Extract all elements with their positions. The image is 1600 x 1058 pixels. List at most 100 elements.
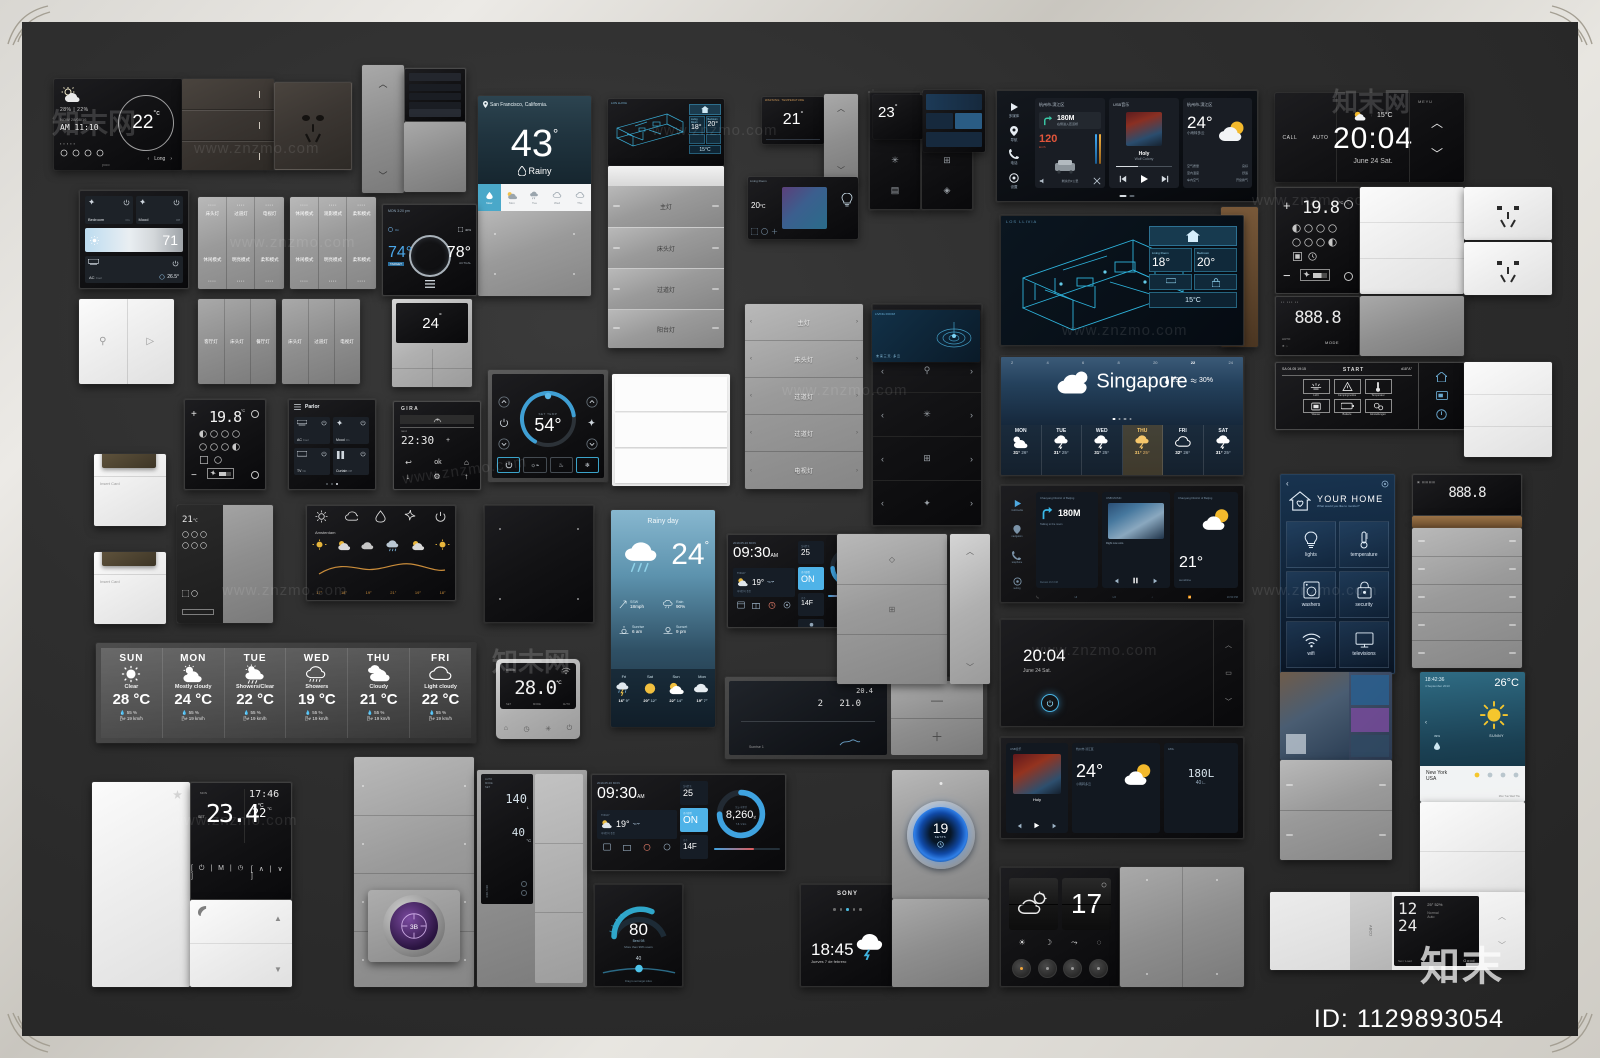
panel-floorplan[interactable]: LOS LLIVIA Living Room 18° Bedroom 20° 1… xyxy=(608,99,724,166)
score-slider[interactable] xyxy=(601,964,677,976)
brightness-slider[interactable]: 71 xyxy=(85,228,183,252)
up-button-right[interactable] xyxy=(586,396,598,408)
sg-day-tue[interactable]: TUE 31° 25° xyxy=(1042,425,1082,475)
hvac-btn-br[interactable] xyxy=(1344,272,1353,281)
panel-weather-clock[interactable]: 28% | 22% NOW 28/08/16 AM 11:10 ▪▪▪▪▪ 22… xyxy=(54,79,182,170)
db-tile-on[interactable]: 공기청정 ON xyxy=(798,567,824,590)
switch-plate-nest-bottom[interactable] xyxy=(892,899,989,987)
switch-plate-white-3stack[interactable] xyxy=(612,374,730,486)
fan-icon-2[interactable]: ✳ xyxy=(923,409,931,420)
panel-photo-tiles[interactable] xyxy=(1280,672,1392,760)
home-icon[interactable] xyxy=(1436,372,1447,382)
up-icon[interactable]: ︿ xyxy=(362,73,404,93)
arrow-left-icon-2[interactable]: ‹ xyxy=(881,366,884,376)
panel-car-dashboard[interactable]: 多媒体 导航 电话 设置 杭州市-滨江区 180M 右侧进入匝道桥 120 km… xyxy=(996,90,1258,202)
bj-nav-setting[interactable]: setting xyxy=(1012,576,1022,590)
sg-day-thu[interactable]: THU 31° 25° xyxy=(1122,425,1163,475)
switch-plate-5gang-arrows[interactable]: 主灯 ‹ › 床头灯 ‹ › 过道灯 ‹ › 过道灯 ‹ › 电视灯 ‹ › xyxy=(745,304,863,489)
back-icon[interactable]: ‹ xyxy=(1286,479,1289,488)
rotary-dial[interactable]: 3B xyxy=(383,895,445,957)
nav-phone[interactable]: 电话 xyxy=(1009,149,1019,166)
db-tile-25[interactable]: 실내온도 25 xyxy=(798,541,824,564)
panel-your-home[interactable]: ‹ YOUR HOME What would you like to monit… xyxy=(1280,474,1395,674)
panel-newyork-weather[interactable]: 18:42:36 4 September 2013 26°C SUNNY ‹ 3… xyxy=(1420,672,1525,802)
gear-icon[interactable] xyxy=(1381,480,1389,488)
switch-plate-2gang-mid[interactable]: 21°C xyxy=(177,505,273,623)
gira-ok-button[interactable]: ok xyxy=(434,459,441,466)
play-icon[interactable]: ▷ xyxy=(127,299,175,384)
yh-tile-lights[interactable]: lights xyxy=(1286,521,1336,568)
switch-plate-labeled-b[interactable]: 休闲模式 观影模式 柔和模式 休闲模式 明亮模式 柔和模式 ▪▪▪▪ ▪▪▪▪ ▪▪… xyxy=(290,197,376,289)
card-holder-2[interactable]: 请插卡取电 Insert Card xyxy=(94,552,166,624)
power-icon[interactable] xyxy=(1436,409,1447,420)
display-icon[interactable] xyxy=(1435,391,1448,400)
down-button[interactable] xyxy=(498,438,510,450)
fc-day-fri[interactable]: FRI Light cloudy 22 °C 💧 55 % 🌬 19 km/h xyxy=(410,648,471,738)
up-icon[interactable]: ︿ xyxy=(824,100,858,116)
parlor-tile-tv[interactable]: TV On xyxy=(294,447,330,475)
up-icon[interactable]: ︿ xyxy=(1431,114,1443,131)
up-button[interactable] xyxy=(498,396,510,408)
flip-humidity-icon[interactable]: ◌ xyxy=(1097,938,1102,948)
bedroom-tile[interactable]: Bedroom On xyxy=(85,196,133,224)
panel-score-gauge[interactable]: 80 Best 98 More than 99% users 40 Drag t… xyxy=(594,884,683,987)
btn-power[interactable] xyxy=(497,457,521,473)
droplet-icon[interactable] xyxy=(374,510,387,523)
power-ring-icon[interactable] xyxy=(1041,694,1059,712)
dial-next-button[interactable]: › xyxy=(170,156,172,162)
down-icon[interactable]: ﹀ xyxy=(824,162,858,178)
panel-beijing-media[interactable]: multimedia navigation telephone setting … xyxy=(1000,485,1244,603)
panel-rotary-knob[interactable]: 3B xyxy=(368,890,460,962)
grey-diamond-icon[interactable]: ◇ xyxy=(837,544,947,574)
arrow-left-icon-4[interactable]: ‹ xyxy=(881,454,884,464)
panel-nest-thermostat[interactable]: 19 SETPS xyxy=(892,770,989,899)
settings-icon-3[interactable] xyxy=(663,843,671,851)
rainy-day-mon[interactable]: Mon 19° 7° xyxy=(689,669,715,727)
db-quick-row[interactable] xyxy=(733,601,795,609)
flip-temp-tile[interactable]: 17 xyxy=(1062,878,1111,930)
nav-media[interactable]: 多媒体 xyxy=(1009,102,1019,119)
nest-ring[interactable]: 19 SETPS xyxy=(906,800,975,869)
switch-plate-5row-right[interactable] xyxy=(1412,528,1522,668)
down-arrow-icon[interactable]: ▼ xyxy=(270,961,286,977)
panel-thermo-24[interactable]: 24 ° xyxy=(392,299,472,387)
fan-icon[interactable] xyxy=(586,417,598,429)
rainy-day-sat[interactable]: Sat 20° 12° xyxy=(637,669,663,727)
minus-button[interactable]: − xyxy=(1283,268,1291,283)
floorplan-tile-a[interactable] xyxy=(689,134,705,144)
hvac-row-3[interactable] xyxy=(1293,252,1317,261)
panel-radar-blue[interactable]: LIVING ROOM 未 来 三 天 · 多 云 xyxy=(872,310,980,362)
panel-sony[interactable]: SONY 18:45 Jueves 7 de febrero xyxy=(800,884,895,987)
panel-media-20c[interactable]: Living Room 20°C xyxy=(748,177,858,239)
switch-plate-grey-mid-right[interactable]: ◇ ⊞ xyxy=(837,534,947,684)
switch-plate-bronze-3gang[interactable] xyxy=(182,79,274,170)
floorplan-home-button[interactable] xyxy=(689,104,721,115)
btn-cool[interactable]: ❄ xyxy=(575,457,599,473)
up-arrow-icon[interactable]: ▲ xyxy=(270,910,286,926)
panel-thermostat-target[interactable]: MON 3:20 pm On 40% 74° TARGET 78° ACTUAL xyxy=(382,204,477,296)
sg-page-dots[interactable] xyxy=(1112,417,1132,421)
panel-hvac-198-small[interactable]: + 19.8 °C − xyxy=(184,399,266,490)
panel-bedroom-control[interactable]: Bedroom On Mood Off 71 AC Cool 26.5° xyxy=(79,190,189,289)
grid-icon-2[interactable]: ⊞ xyxy=(923,453,931,464)
arrow-right-icon-4[interactable]: › xyxy=(970,454,973,464)
yh-tile-wifi[interactable]: wifi xyxy=(1286,621,1336,668)
thermo28-clock-icon[interactable]: ◷ xyxy=(524,725,530,733)
panel-media-24[interactable]: USB音乐 Holy 杭州市-滨江区 24° 小雨转多云 180L 180L 4… xyxy=(1000,737,1244,839)
entry-minus-icon[interactable]: — xyxy=(891,681,983,718)
alarm-icon-2[interactable] xyxy=(643,843,651,851)
panel-clock-2004[interactable]: CALL AUTO | 15°C 20:04 June 24 Sat. MEYU… xyxy=(1275,93,1464,182)
switch-plate-tall-grey-2[interactable]: AUTO MODE SET 140 L 40 °C ON / OFF xyxy=(477,770,587,987)
key-card-1[interactable]: 请插卡取电 xyxy=(102,454,156,468)
tile-batterie[interactable] xyxy=(1333,399,1361,413)
bj-nav-multimedia[interactable]: multimedia xyxy=(1011,499,1023,512)
nav-navigation[interactable]: 导航 xyxy=(1010,125,1018,143)
tile-wasser[interactable] xyxy=(1302,399,1330,413)
switch-plate-blank-small[interactable] xyxy=(404,122,466,192)
key-card-2[interactable]: 请插卡取电 xyxy=(102,552,156,566)
rainy-day-fri[interactable]: Fri 16° 9° xyxy=(611,669,637,727)
yh-tile-temperature[interactable]: temperature xyxy=(1339,521,1389,568)
panel-2004-dark[interactable]: 20:04 June 24 Sat. ︿ ▭ ﹀ xyxy=(1000,619,1244,727)
silver-down-icon[interactable]: ﹀ xyxy=(950,658,990,676)
fan-icon[interactable]: ✳ xyxy=(870,149,920,171)
